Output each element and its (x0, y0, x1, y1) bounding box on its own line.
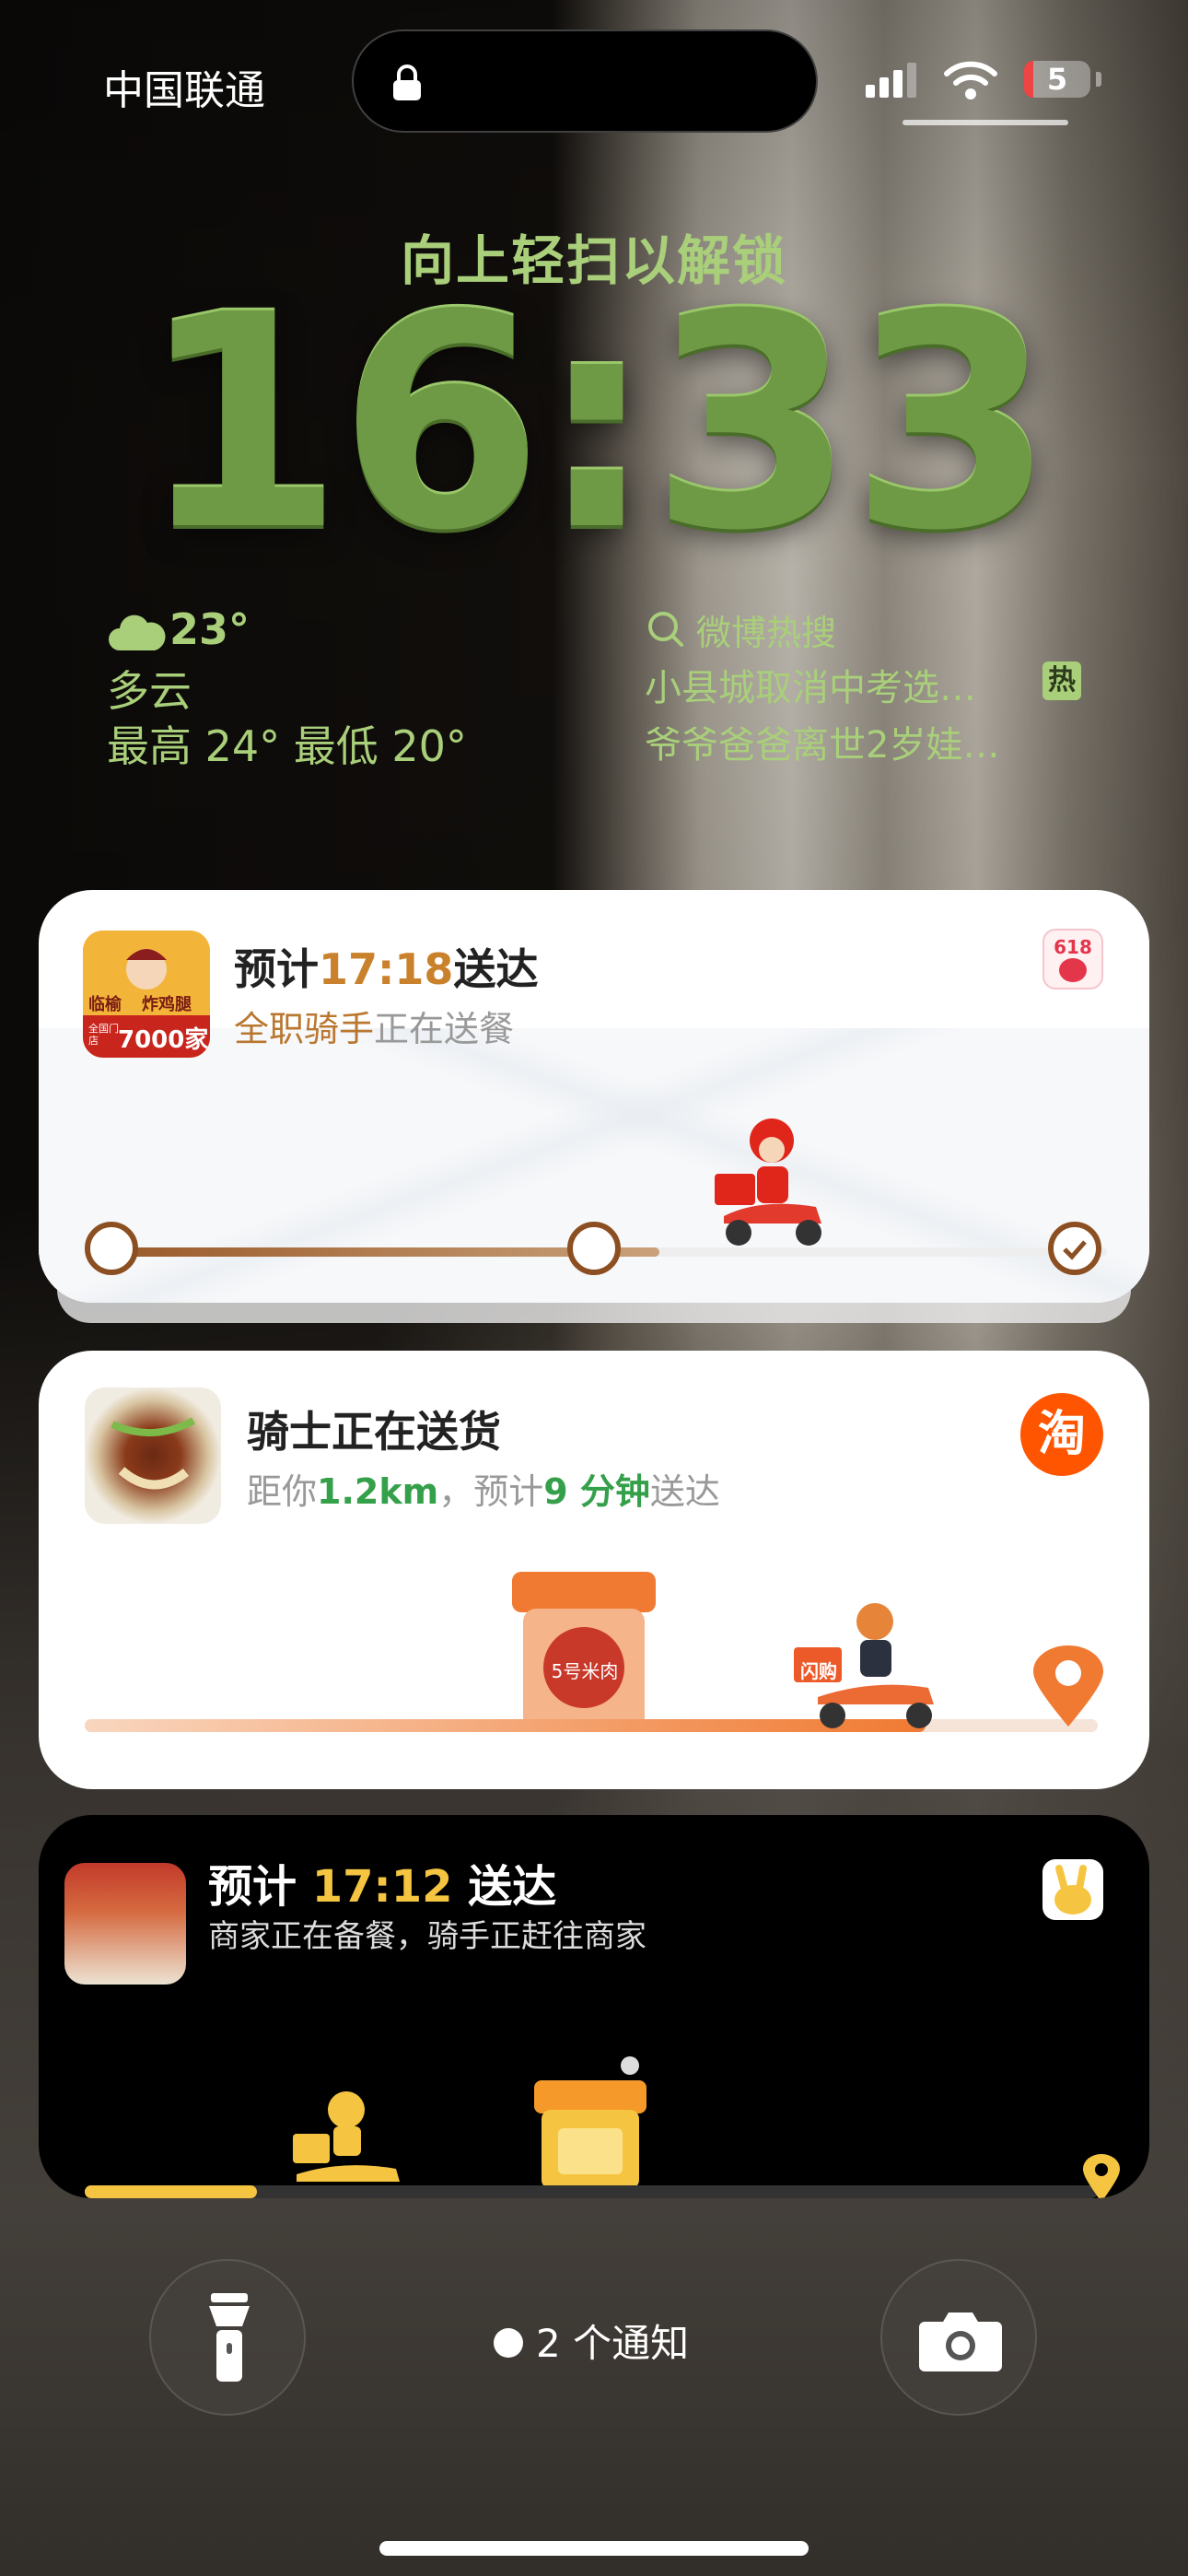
dynamic-island[interactable] (352, 29, 818, 133)
delivery-progress-track (85, 2185, 1098, 2198)
store-node-icon (567, 1222, 621, 1275)
signal-icon (866, 63, 916, 98)
store-icon (534, 2056, 646, 2189)
order-node-icon (85, 1222, 138, 1275)
camera-button[interactable] (880, 2259, 1037, 2416)
delivery-eta: 预计 17:12 送达 (208, 1861, 557, 1913)
weather-condition: 多云 (107, 666, 192, 716)
product-thumbnail (85, 1388, 221, 1524)
weibo-hot-title: 微博热搜 (696, 613, 837, 653)
store-label: 5号米肉 (551, 1660, 619, 1682)
lock-clock[interactable]: 16:33 (0, 276, 1188, 571)
delivery-status: 商家正在备餐，骑手正赶往商家 (208, 1918, 646, 1955)
delivery-card-eleme[interactable]: 预计 17:12 送达 商家正在备餐，骑手正赶往商家 (39, 1815, 1149, 2198)
shop-logo: 临榆 炸鸡腿 全国门店 7000家 (83, 931, 210, 1058)
control-center-grabber[interactable] (903, 120, 1068, 125)
scooter-box-label: 闪购 (800, 1660, 837, 1682)
weather-range: 最高 24° 最低 20° (107, 721, 467, 771)
weather-temperature: 23° (169, 604, 250, 654)
courier-scooter-icon (293, 2091, 400, 2182)
home-indicator[interactable] (379, 2541, 809, 2556)
destination-pin-icon (1083, 2154, 1120, 2198)
hot-badge: 热 (1042, 662, 1081, 700)
flashlight-icon (209, 2293, 250, 2382)
battery-indicator: 5 (1024, 61, 1090, 98)
carrier-label: 中国联通 (103, 67, 265, 114)
flashlight-button[interactable] (149, 2259, 306, 2416)
delivery-card-meituan[interactable]: 临榆 炸鸡腿 全国门店 7000家 预计17:18送达 全职骑手正在送餐 618 (39, 890, 1149, 1303)
weibo-hot-item: 爷爷爸爸离世2岁娃… (645, 724, 1000, 767)
status-icons: 5 (866, 57, 1105, 103)
store-icon (512, 1572, 656, 1730)
delivery-distance-eta: 距你1.2km，预计9 分钟送达 (247, 1471, 720, 1512)
eleme-app-icon (1042, 1859, 1103, 1920)
search-icon (648, 612, 683, 647)
noodle-dish-icon (111, 1417, 195, 1490)
destination-check-icon (1048, 1222, 1101, 1275)
delivery-status-title: 骑士正在送货 (247, 1407, 501, 1457)
battery-level: 5 (1046, 62, 1068, 97)
wifi-icon (944, 61, 997, 100)
courier-scooter-icon (715, 1118, 821, 1246)
delivery-eta: 预计17:18送达 (234, 944, 539, 994)
shop-logo (64, 1863, 186, 1985)
camera-icon (919, 2313, 1002, 2371)
cloud-icon (109, 615, 166, 650)
delivery-card-taobao[interactable]: 骑士正在送货 距你1.2km，预计9 分钟送达 淘 5号米肉 闪购 (39, 1351, 1149, 1789)
taobao-app-icon: 淘 (1020, 1393, 1103, 1476)
delivery-status: 全职骑手正在送餐 (234, 1009, 515, 1049)
delivery-progress-fill (85, 2185, 257, 2198)
notification-dot (494, 2327, 523, 2358)
notification-summary[interactable]: 2 个通知 (494, 2313, 689, 2369)
meituan-618-icon: 618 (1042, 929, 1103, 989)
destination-pin-icon (1033, 1645, 1103, 1727)
lock-icon (393, 64, 421, 100)
weibo-hot-item: 小县城取消中考选… (645, 667, 976, 709)
